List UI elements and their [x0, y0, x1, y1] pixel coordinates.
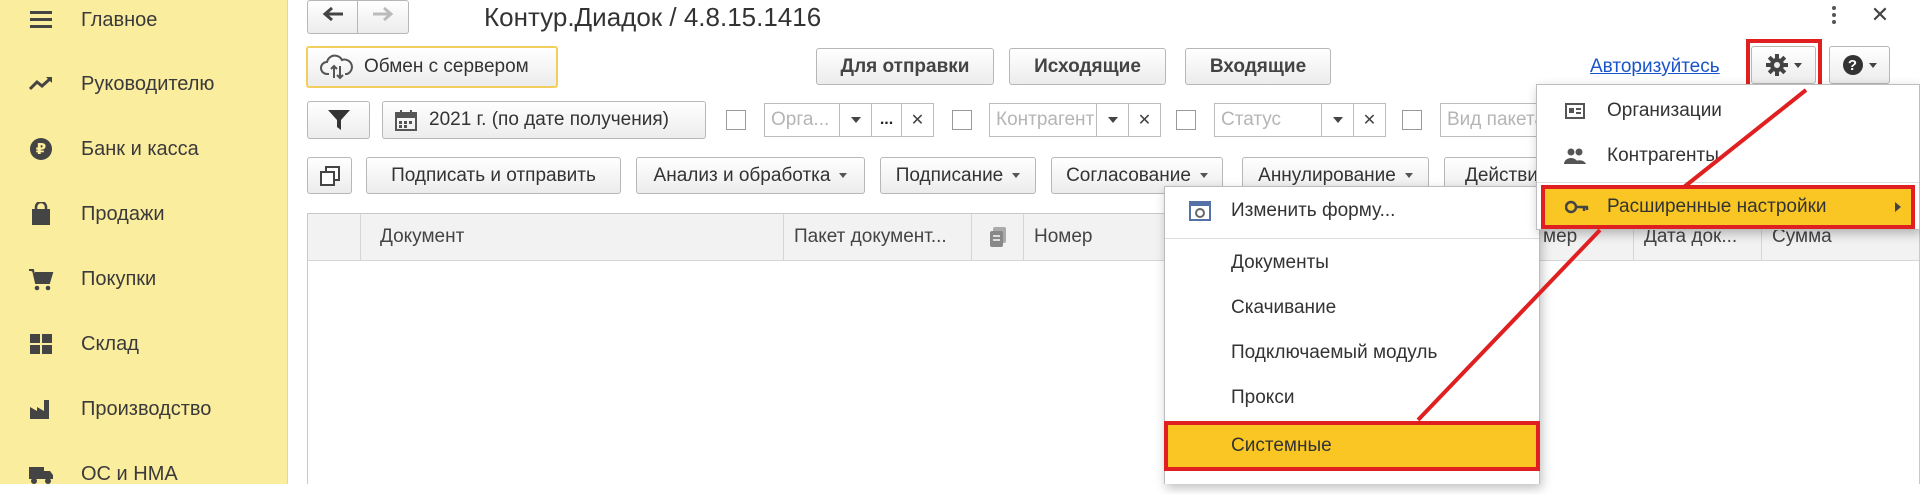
- annotation-lines: [1416, 88, 1808, 422]
